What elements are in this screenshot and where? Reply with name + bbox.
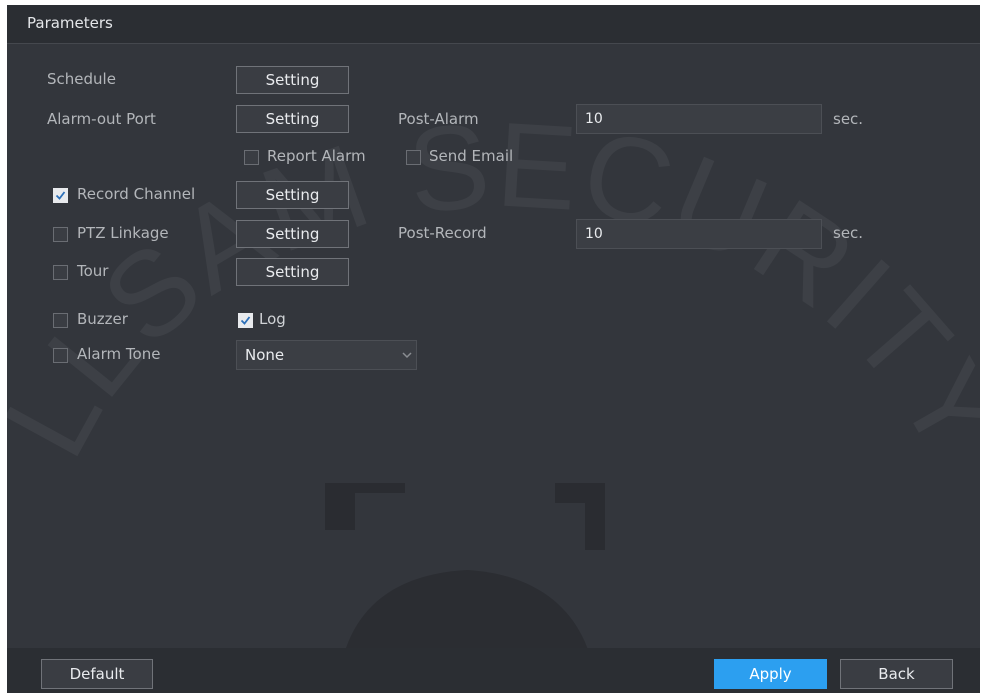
buzzer-label: Buzzer — [77, 310, 128, 328]
log-checkbox[interactable] — [238, 313, 253, 328]
post-alarm-input[interactable]: 10 — [576, 104, 822, 134]
post-record-input[interactable]: 10 — [576, 219, 822, 249]
alarm-out-port-setting-button[interactable]: Setting — [236, 105, 349, 133]
tour-label: Tour — [77, 262, 109, 280]
record-channel-checkbox[interactable] — [53, 188, 68, 203]
alarm-tone-label: Alarm Tone — [77, 345, 161, 363]
record-channel-label: Record Channel — [77, 185, 196, 203]
footer-bar: Default Apply Back — [7, 648, 980, 693]
send-email-checkbox[interactable] — [406, 150, 421, 165]
alarm-out-port-label: Alarm-out Port — [47, 110, 156, 128]
tour-checkbox[interactable] — [53, 265, 68, 280]
schedule-setting-button[interactable]: Setting — [236, 66, 349, 94]
log-label: Log — [259, 310, 286, 328]
alarm-tone-checkbox[interactable] — [53, 348, 68, 363]
alarm-tone-select[interactable]: None — [236, 340, 417, 370]
post-alarm-label: Post-Alarm — [398, 110, 479, 128]
check-icon — [240, 316, 251, 325]
parameters-panel: LLSAM SECURITY Parameters Schedule Setti… — [7, 5, 980, 693]
chevron-down-icon — [402, 352, 412, 359]
panel-title: Parameters — [27, 14, 113, 32]
report-alarm-label: Report Alarm — [267, 147, 366, 165]
post-alarm-unit: sec. — [833, 110, 864, 128]
send-email-label: Send Email — [429, 147, 514, 165]
ptz-linkage-checkbox[interactable] — [53, 227, 68, 242]
apply-button[interactable]: Apply — [714, 659, 827, 689]
back-button[interactable]: Back — [840, 659, 953, 689]
record-channel-setting-button[interactable]: Setting — [236, 181, 349, 209]
check-icon — [55, 191, 66, 200]
default-button[interactable]: Default — [41, 659, 153, 689]
ptz-linkage-setting-button[interactable]: Setting — [236, 220, 349, 248]
tour-setting-button[interactable]: Setting — [236, 258, 349, 286]
schedule-label: Schedule — [47, 70, 116, 88]
alarm-tone-value: None — [245, 346, 285, 364]
buzzer-checkbox[interactable] — [53, 313, 68, 328]
titlebar: Parameters — [7, 5, 980, 44]
post-record-label: Post-Record — [398, 224, 487, 242]
report-alarm-checkbox[interactable] — [244, 150, 259, 165]
post-record-unit: sec. — [833, 224, 864, 242]
ptz-linkage-label: PTZ Linkage — [77, 224, 169, 242]
